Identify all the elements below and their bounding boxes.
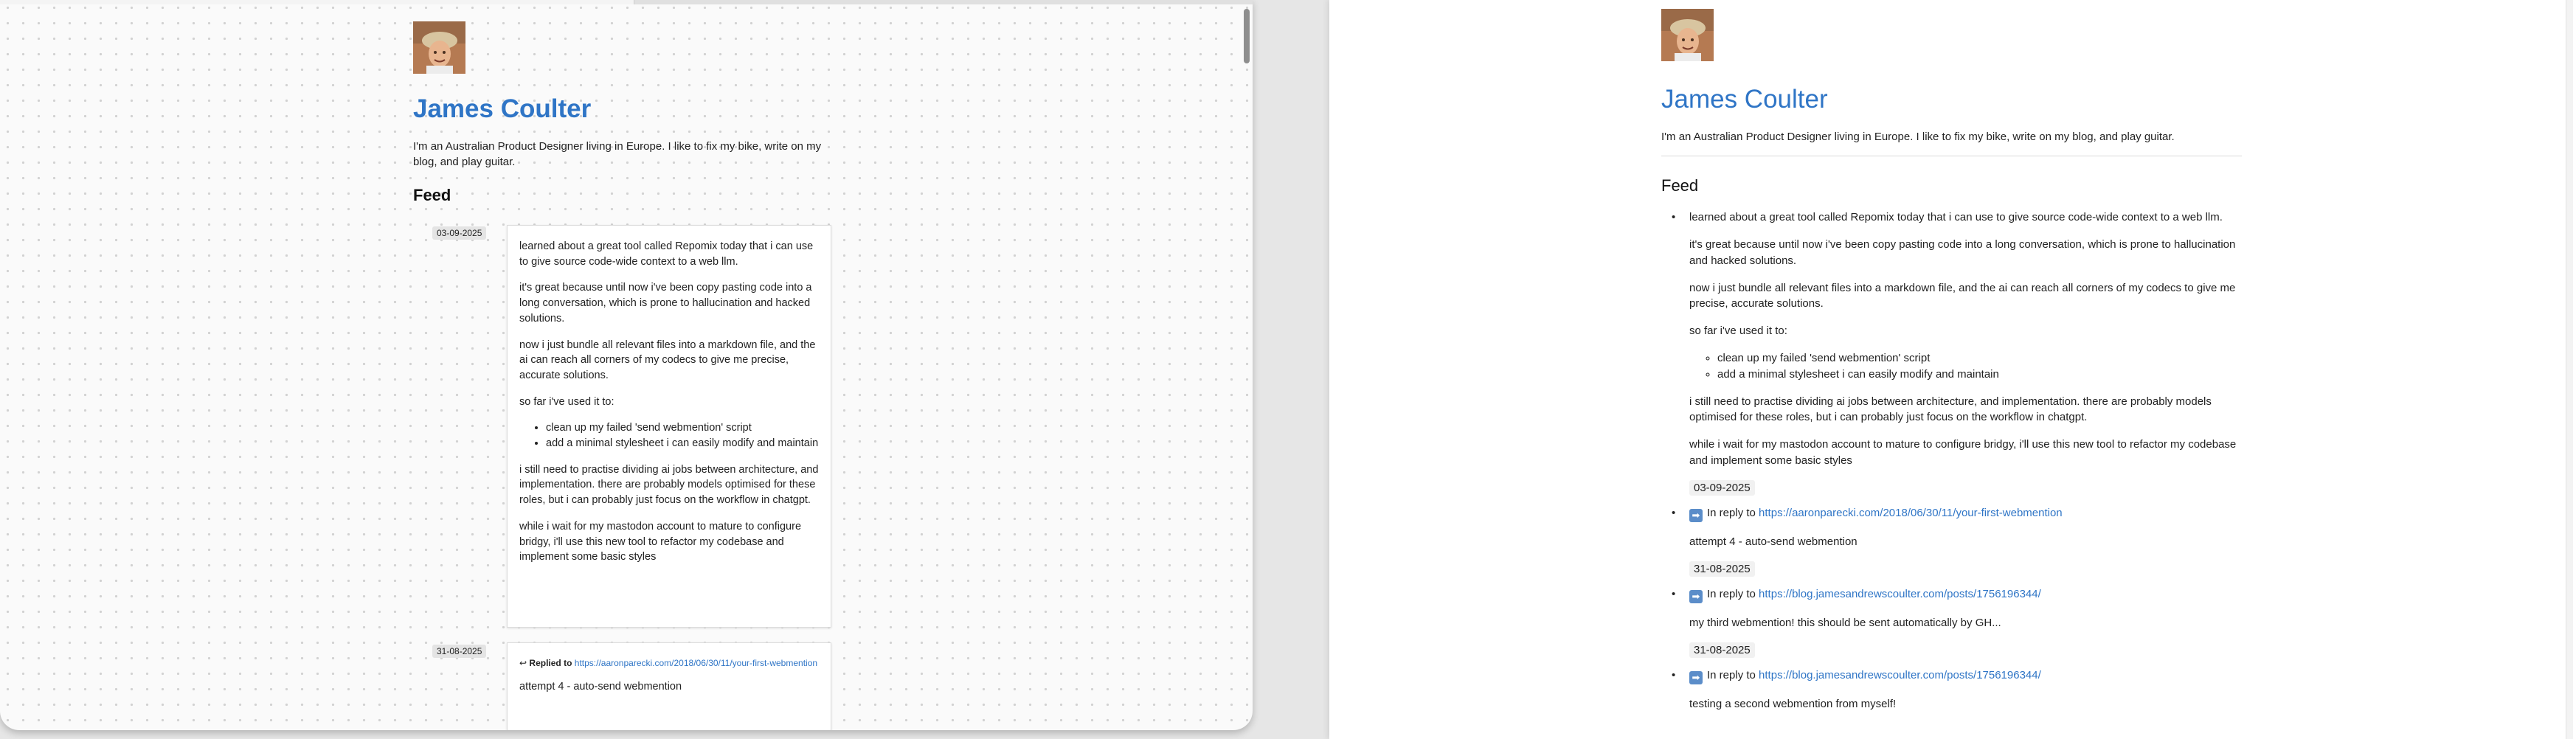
post-paragraph: it's great because until now i've been c… <box>1689 238 2236 267</box>
post-paragraph: while i wait for my mastodon account to … <box>519 520 802 563</box>
profile-name: James Coulter <box>413 94 592 123</box>
post-paragraph: so far i've used it to: <box>1689 325 1787 337</box>
browser-tab[interactable] <box>0 0 634 4</box>
post-paragraph: while i wait for my mastodon account to … <box>1689 438 2237 467</box>
reply-card: ↩ Replied to https://aaronparecki.com/20… <box>507 642 831 730</box>
reply-url-link[interactable]: https://blog.jamesandrewscoulter.com/pos… <box>1759 588 2041 600</box>
list-item: add a minimal stylesheet i can easily mo… <box>1717 367 2246 383</box>
list-item: • ➡ In reply to https://aaronparecki.com/… <box>1672 505 2246 522</box>
avatar <box>413 21 465 74</box>
in-reply-to-label: In reply to <box>1707 588 1756 600</box>
post-list: clean up my failed 'send webmention' scr… <box>546 420 819 451</box>
in-reply-to-label: In reply to <box>1707 507 1756 519</box>
reply-text: attempt 4 - auto-send webmention <box>519 681 682 693</box>
post-date: 31-08-2025 <box>432 645 487 658</box>
reply-text: my third webmention! this should be sent… <box>1689 616 2001 629</box>
right-arrow-icon: ➡ <box>1689 590 1703 603</box>
post-date: 31-08-2025 <box>1689 561 1755 577</box>
post-date: 03-09-2025 <box>432 226 487 240</box>
tab-strip <box>0 0 1253 4</box>
scrollbar-track[interactable] <box>2566 0 2573 739</box>
replied-to-label: Replied to <box>529 658 572 668</box>
post-paragraph: i still need to practise dividing ai job… <box>519 463 819 507</box>
post-paragraph: now i just bundle all relevant files int… <box>519 339 816 381</box>
post-card: learned about a great tool called Repomi… <box>507 225 831 628</box>
list-item: • ➡ In reply to https://blog.jamesandrews… <box>1672 667 2246 684</box>
reply-url-link[interactable]: https://aaronparecki.com/2018/06/30/11/y… <box>575 658 817 668</box>
feed-list: • learned about a great tool called Repo… <box>1672 209 2246 724</box>
right-browser-window: James Coulter I'm an Australian Product … <box>1329 0 2576 739</box>
list-item: • learned about a great tool called Repo… <box>1672 209 2246 468</box>
feed-heading: Feed <box>1661 176 1699 195</box>
post-paragraph: so far i've used it to: <box>519 395 614 408</box>
bullet-icon: • <box>1672 588 1676 600</box>
left-browser-window: James Coulter I'm an Australian Product … <box>0 0 1253 730</box>
bullet-icon: • <box>1672 669 1676 681</box>
post-paragraph: learned about a great tool called Repomi… <box>1689 211 2223 223</box>
scrollbar-thumb[interactable] <box>1244 9 1250 63</box>
list-item: clean up my failed 'send webmention' scr… <box>546 420 819 436</box>
feed-heading: Feed <box>413 186 451 204</box>
reply-text: attempt 4 - auto-send webmention <box>1689 535 1857 548</box>
reply-text: testing a second webmention from myself! <box>1689 697 1897 710</box>
bullet-icon: • <box>1672 211 1676 223</box>
post-paragraph: learned about a great tool called Repomi… <box>519 240 814 268</box>
right-arrow-icon: ➡ <box>1689 671 1703 684</box>
reply-url-link[interactable]: https://aaronparecki.com/2018/06/30/11/y… <box>1759 507 2063 519</box>
list-item: add a minimal stylesheet i can easily mo… <box>546 436 819 451</box>
reply-arrow-icon: ↩ <box>519 658 527 668</box>
reply-url-link[interactable]: https://blog.jamesandrewscoulter.com/pos… <box>1759 669 2041 681</box>
post-date: 31-08-2025 <box>1689 642 1755 658</box>
post-list: clean up my failed 'send webmention' scr… <box>1717 350 2246 382</box>
profile-bio: I'm an Australian Product Designer livin… <box>413 140 822 168</box>
post-paragraph: i still need to practise dividing ai job… <box>1689 395 2212 424</box>
in-reply-to-label: In reply to <box>1707 669 1756 681</box>
post-paragraph: now i just bundle all relevant files int… <box>1689 281 2236 310</box>
post-paragraph: it's great because until now i've been c… <box>519 282 812 325</box>
profile-bio: I'm an Australian Product Designer livin… <box>1661 131 2175 143</box>
post-date: 03-09-2025 <box>1689 479 1755 496</box>
list-item: • ➡ In reply to https://blog.jamesandrews… <box>1672 586 2246 603</box>
reply-context: ↩ Replied to https://aaronparecki.com/20… <box>519 656 819 670</box>
list-item: clean up my failed 'send webmention' scr… <box>1717 350 2246 367</box>
bullet-icon: • <box>1672 507 1676 519</box>
profile-name: James Coulter <box>1661 85 1828 114</box>
avatar <box>1661 9 1714 61</box>
right-arrow-icon: ➡ <box>1689 509 1703 522</box>
